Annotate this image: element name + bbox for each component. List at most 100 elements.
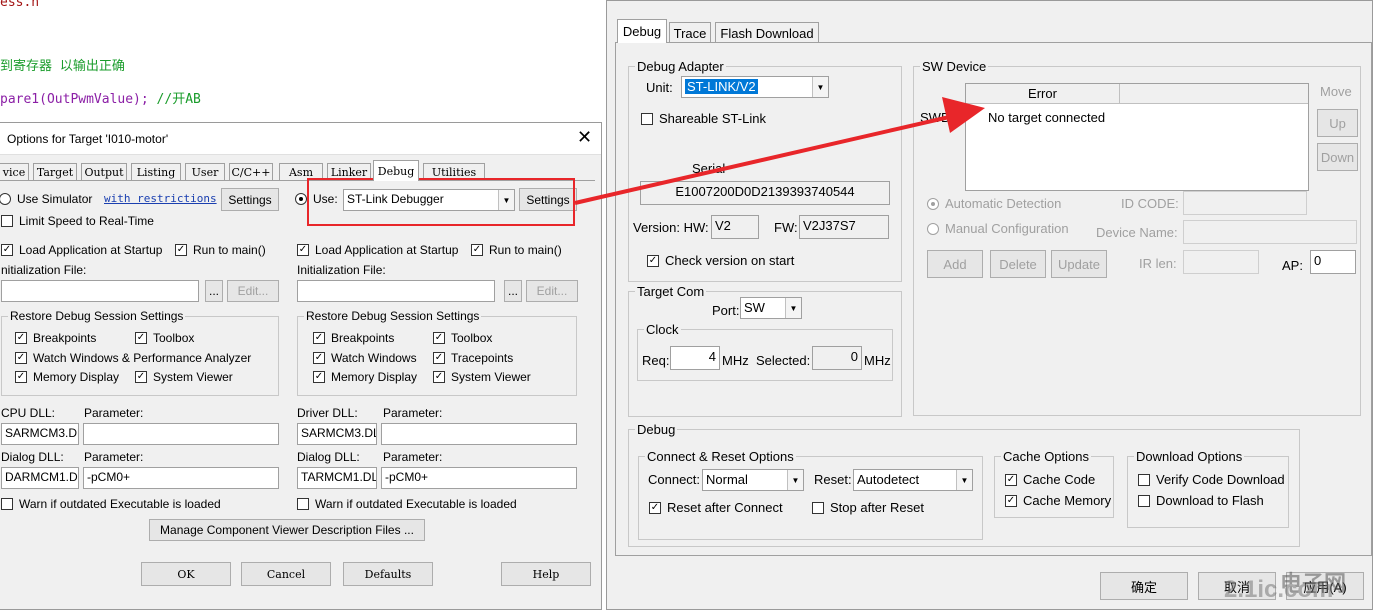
sim-init-file-label: nitialization File: xyxy=(1,263,87,277)
cancel-cn-button[interactable]: 取消 xyxy=(1198,572,1276,600)
target-com-title: Target Com xyxy=(635,284,707,299)
manual-config-radio[interactable]: Manual Configuration xyxy=(927,221,1069,236)
delete-button[interactable]: Delete xyxy=(990,250,1046,278)
manage-component-viewer-button[interactable]: Manage Component Viewer Description File… xyxy=(149,519,425,541)
ir-len-input[interactable] xyxy=(1183,250,1259,274)
req-input[interactable]: 4 xyxy=(670,346,720,370)
add-button[interactable]: Add xyxy=(927,250,983,278)
auto-detect-radio[interactable]: Automatic Detection xyxy=(927,196,1061,211)
stop-after-reset-checkbox[interactable]: Stop after Reset xyxy=(812,500,924,515)
apply-button[interactable]: 应用(A) xyxy=(1286,572,1364,600)
reset-select[interactable]: Autodetect ▼ xyxy=(853,469,973,491)
tab-listing[interactable]: Listing xyxy=(131,163,181,181)
sim-browse-button[interactable]: ... xyxy=(205,280,223,302)
use-simulator-radio[interactable]: Use Simulator xyxy=(0,192,92,206)
cache-memory-checkbox[interactable]: ✓ Cache Memory xyxy=(1005,493,1111,508)
reset-after-connect-checkbox[interactable]: ✓ Reset after Connect xyxy=(649,500,783,515)
update-button[interactable]: Update xyxy=(1051,250,1107,278)
sim-run-to-main-label: Run to main() xyxy=(193,243,266,257)
confirm-button[interactable]: 确定 xyxy=(1100,572,1188,600)
sim-run-to-main-checkbox[interactable]: ✓ Run to main() xyxy=(175,243,266,257)
sim-system-viewer-checkbox[interactable]: ✓ System Viewer xyxy=(135,370,233,384)
target-load-app-checkbox[interactable]: ✓ Load Application at Startup xyxy=(297,243,458,257)
down-button[interactable]: Down xyxy=(1317,143,1358,171)
sim-toolbox-checkbox[interactable]: ✓ Toolbox xyxy=(135,331,194,345)
chevron-down-icon: ▼ xyxy=(787,470,803,490)
target-memory-checkbox[interactable]: ✓ Memory Display xyxy=(313,370,417,384)
target-toolbox-label: Toolbox xyxy=(451,331,493,345)
code-call-comment: //开AB xyxy=(156,92,201,107)
device-name-input[interactable] xyxy=(1183,220,1357,244)
driver-param-input[interactable] xyxy=(381,423,577,445)
unit-label: Unit: xyxy=(646,80,673,95)
tab-user[interactable]: User xyxy=(185,163,225,181)
ap-input[interactable]: 0 xyxy=(1310,250,1356,274)
sim-settings-button[interactable]: Settings xyxy=(221,188,279,211)
id-code-input[interactable] xyxy=(1183,191,1307,215)
cpu-dll-input[interactable]: SARMCM3.DLL xyxy=(1,423,79,445)
code-editor[interactable]: ess.h" 到寄存器 以输出正确 pare1(OutPwmValue); //… xyxy=(0,0,606,130)
cache-code-checkbox[interactable]: ✓ Cache Code xyxy=(1005,472,1095,487)
cpu-dll-label: CPU DLL: xyxy=(1,406,56,420)
target-toolbox-checkbox[interactable]: ✓ Toolbox xyxy=(433,331,492,345)
with-restrictions-link[interactable]: with restrictions xyxy=(104,192,217,205)
limit-speed-checkbox[interactable]: Limit Speed to Real-Time xyxy=(1,214,154,228)
target-system-viewer-checkbox[interactable]: ✓ System Viewer xyxy=(433,370,531,384)
sim-memory-label: Memory Display xyxy=(33,370,120,384)
shareable-checkbox[interactable]: Shareable ST-Link xyxy=(641,111,766,126)
tab-c-cpp[interactable]: C/C++ xyxy=(229,163,273,181)
sim-dialog-param-input[interactable]: -pCM0+ xyxy=(83,467,279,489)
target-breakpoints-checkbox[interactable]: ✓ Breakpoints xyxy=(313,331,394,345)
cpu-param-input[interactable] xyxy=(83,423,279,445)
sim-memory-checkbox[interactable]: ✓ Memory Display xyxy=(15,370,119,384)
dialog-title-bar[interactable]: Options for Target 'I010-motor' ✕ xyxy=(0,123,601,155)
chevron-down-icon: ▼ xyxy=(785,298,801,318)
target-dialog-dll-input[interactable]: TARMCM1.DLL xyxy=(297,467,377,489)
check-version-checkbox[interactable]: ✓ Check version on start xyxy=(647,253,794,268)
connect-select[interactable]: Normal ▼ xyxy=(702,469,804,491)
tab-debug-settings[interactable]: Debug xyxy=(617,19,667,43)
limit-speed-label: Limit Speed to Real-Time xyxy=(19,214,154,228)
tab-device[interactable]: vice xyxy=(0,163,29,181)
connect-select-value: Normal xyxy=(706,472,748,487)
defaults-button[interactable]: Defaults xyxy=(343,562,433,586)
check-version-label: Check version on start xyxy=(665,253,795,268)
sim-warn-checkbox[interactable]: Warn if outdated Executable is loaded xyxy=(1,497,221,511)
cpu-param-label: Parameter: xyxy=(84,406,144,420)
col-error-header[interactable]: Error xyxy=(966,84,1120,104)
tab-output[interactable]: Output xyxy=(81,163,127,181)
ir-len-label: IR len: xyxy=(1139,256,1177,271)
sim-edit-button[interactable]: Edit... xyxy=(227,280,279,302)
verify-code-checkbox[interactable]: Verify Code Download xyxy=(1138,472,1285,487)
target-init-file-input[interactable] xyxy=(297,280,495,302)
ok-button[interactable]: OK xyxy=(141,562,231,586)
sim-breakpoints-checkbox[interactable]: ✓ Breakpoints xyxy=(15,331,96,345)
target-watch-checkbox[interactable]: ✓ Watch Windows xyxy=(313,351,417,365)
close-icon[interactable]: ✕ xyxy=(577,127,592,148)
sim-init-file-input[interactable] xyxy=(1,280,199,302)
tab-trace[interactable]: Trace xyxy=(669,22,711,43)
target-edit-button[interactable]: Edit... xyxy=(526,280,578,302)
sim-load-app-label: Load Application at Startup xyxy=(19,243,163,257)
help-button[interactable]: Help xyxy=(501,562,591,586)
tab-debug[interactable]: Debug xyxy=(373,160,419,181)
target-warn-checkbox[interactable]: Warn if outdated Executable is loaded xyxy=(297,497,517,511)
sim-load-app-checkbox[interactable]: ✓ Load Application at Startup xyxy=(1,243,162,257)
cancel-button[interactable]: Cancel xyxy=(241,562,331,586)
chevron-down-icon: ▼ xyxy=(812,77,828,97)
unit-select[interactable]: ST-LINK/V2 ▼ xyxy=(681,76,829,98)
sim-watch-checkbox[interactable]: ✓ Watch Windows & Performance Analyzer xyxy=(15,351,251,365)
sim-dialog-dll-input[interactable]: DARMCM1.DLL xyxy=(1,467,79,489)
driver-dll-input[interactable]: SARMCM3.DLL xyxy=(297,423,377,445)
download-flash-checkbox[interactable]: Download to Flash xyxy=(1138,493,1264,508)
target-browse-button[interactable]: ... xyxy=(504,280,522,302)
target-run-to-main-checkbox[interactable]: ✓ Run to main() xyxy=(471,243,562,257)
port-select[interactable]: SW ▼ xyxy=(740,297,802,319)
sw-device-table[interactable]: Error No target connected xyxy=(965,83,1309,191)
target-tracepoints-label: Tracepoints xyxy=(451,351,514,365)
tab-flash-download[interactable]: Flash Download xyxy=(715,22,819,43)
target-dialog-param-input[interactable]: -pCM0+ xyxy=(381,467,577,489)
tab-target[interactable]: Target xyxy=(33,163,77,181)
target-tracepoints-checkbox[interactable]: ✓ Tracepoints xyxy=(433,351,513,365)
up-button[interactable]: Up xyxy=(1317,109,1358,137)
